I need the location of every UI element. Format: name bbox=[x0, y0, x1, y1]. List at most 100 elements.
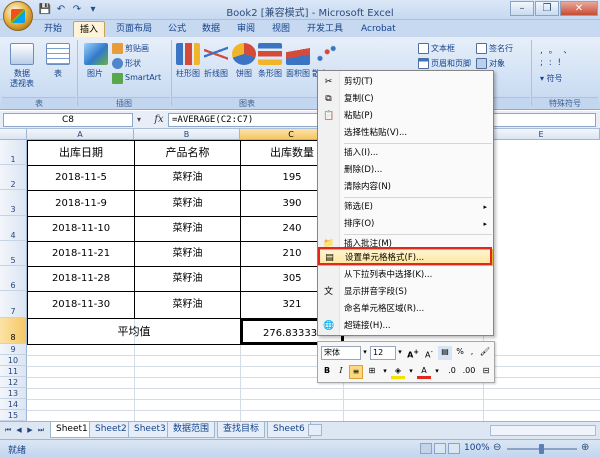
shapes-icon[interactable] bbox=[112, 58, 123, 69]
zoom-in-icon[interactable]: ⊕ bbox=[581, 442, 589, 453]
font-color-dropdown-icon[interactable]: ▾ bbox=[433, 365, 441, 379]
menu-item-filter[interactable]: 筛选(E) ▸ bbox=[318, 199, 493, 215]
sheet-tab-sheet2[interactable]: Sheet2 bbox=[89, 422, 133, 438]
table-cell[interactable]: 菜籽油 bbox=[135, 267, 240, 291]
quick-access-dropdown-icon[interactable]: ▾ bbox=[86, 3, 100, 17]
font-color-icon[interactable]: A bbox=[417, 365, 431, 379]
pivot-table-icon[interactable] bbox=[10, 43, 34, 65]
menu-item-pick-from-list[interactable]: 从下拉列表中选择(K)... bbox=[318, 267, 493, 283]
comma-style-icon[interactable]: , bbox=[467, 346, 477, 360]
insert-function-button[interactable]: fx bbox=[152, 113, 166, 127]
table-cell[interactable]: 2018-11-5 bbox=[28, 166, 134, 190]
object-icon[interactable] bbox=[476, 58, 487, 69]
table-header-cell[interactable]: 出库日期 bbox=[28, 141, 134, 165]
percent-style-icon[interactable]: % bbox=[454, 346, 466, 360]
row-header[interactable]: 11 bbox=[0, 366, 27, 377]
sheet-tab-data-range[interactable]: 数据范围 bbox=[167, 422, 216, 438]
tab-view[interactable]: 视图 bbox=[266, 21, 296, 37]
clipart-icon[interactable] bbox=[112, 43, 123, 54]
number-format-icon[interactable]: ▤ bbox=[438, 346, 452, 360]
table-cell[interactable]: 菜籽油 bbox=[135, 242, 240, 266]
menu-item-copy[interactable]: ⧉ 复制(C) bbox=[318, 91, 493, 107]
next-sheet-icon[interactable]: ▶ bbox=[25, 425, 35, 436]
fill-dropdown-icon[interactable]: ▾ bbox=[407, 365, 415, 379]
menu-item-paste[interactable]: 📋 粘贴(P) bbox=[318, 108, 493, 124]
row-header[interactable]: 12 bbox=[0, 377, 27, 388]
last-sheet-icon[interactable]: ⏭ bbox=[36, 425, 46, 436]
row-header[interactable]: 13 bbox=[0, 388, 27, 399]
menu-item-show-phonetic[interactable]: 文 显示拼音字段(S) bbox=[318, 284, 493, 300]
column-header-a[interactable]: A bbox=[27, 129, 134, 140]
decrease-decimal-icon[interactable]: .0 bbox=[445, 365, 459, 379]
italic-icon[interactable]: I bbox=[335, 365, 347, 379]
horizontal-scrollbar[interactable] bbox=[490, 425, 596, 436]
column-header-b[interactable]: B bbox=[134, 129, 240, 140]
picture-icon[interactable] bbox=[84, 43, 108, 65]
zoom-slider-thumb[interactable] bbox=[539, 444, 544, 454]
font-name-select[interactable]: 宋体 bbox=[321, 346, 361, 360]
zoom-level[interactable]: 100% bbox=[464, 443, 490, 453]
table-cell[interactable]: 2018-11-30 bbox=[28, 292, 134, 318]
tab-home[interactable]: 开始 bbox=[38, 21, 68, 37]
table-cell[interactable]: 2018-11-9 bbox=[28, 191, 134, 216]
sheet-tab-sheet3[interactable]: Sheet3 bbox=[128, 422, 172, 438]
row-header[interactable]: 7 bbox=[0, 291, 27, 318]
table-cell[interactable]: 2018-11-28 bbox=[28, 267, 134, 291]
tab-insert[interactable]: 插入 bbox=[73, 21, 106, 37]
menu-item-paste-special[interactable]: 选择性粘贴(V)... bbox=[318, 125, 493, 141]
normal-view-icon[interactable] bbox=[420, 443, 432, 454]
fill-color-icon[interactable]: ◈ bbox=[391, 365, 405, 379]
smartart-icon[interactable] bbox=[112, 73, 123, 84]
font-size-select[interactable]: 12 bbox=[370, 346, 396, 360]
bar-chart-icon[interactable] bbox=[258, 43, 282, 65]
close-button[interactable]: ✕ bbox=[560, 1, 598, 16]
restore-button[interactable]: ❐ bbox=[535, 1, 559, 16]
page-layout-view-icon[interactable] bbox=[434, 443, 446, 454]
menu-item-delete[interactable]: 删除(D)... bbox=[318, 162, 493, 178]
signature-line-icon[interactable] bbox=[476, 43, 487, 54]
symbol-label[interactable]: ▾ 符号 bbox=[540, 73, 563, 84]
tab-formulas[interactable]: 公式 bbox=[162, 21, 192, 37]
row-header[interactable]: 1 bbox=[0, 140, 27, 165]
header-footer-icon[interactable] bbox=[418, 58, 429, 69]
row-header[interactable]: 5 bbox=[0, 241, 27, 266]
grow-font-icon[interactable]: A+ bbox=[406, 346, 420, 360]
prev-sheet-icon[interactable]: ◀ bbox=[14, 425, 24, 436]
textbox-icon[interactable] bbox=[418, 43, 429, 54]
sheet-tab-sheet1[interactable]: Sheet1 bbox=[50, 422, 94, 438]
font-dropdown-icon[interactable]: ▾ bbox=[361, 346, 369, 360]
menu-item-sort[interactable]: 排序(O) ▸ bbox=[318, 216, 493, 232]
name-box[interactable]: C8 bbox=[3, 113, 133, 127]
minimize-button[interactable]: – bbox=[510, 1, 534, 16]
table-cell[interactable]: 菜籽油 bbox=[135, 217, 240, 241]
worksheet-grid[interactable]: A B C D E 1 2 3 4 5 6 7 8 9 10 11 12 13 … bbox=[0, 129, 600, 421]
table-cell[interactable]: 2018-11-21 bbox=[28, 242, 134, 266]
format-painter-icon[interactable]: 🖌 bbox=[478, 346, 492, 360]
page-break-view-icon[interactable] bbox=[448, 443, 460, 454]
tab-acrobat[interactable]: Acrobat bbox=[355, 21, 402, 37]
borders-icon[interactable]: ⊞ bbox=[365, 365, 379, 379]
special-symbols-row-1[interactable]: , 。 、 bbox=[540, 43, 572, 56]
row-header[interactable]: 3 bbox=[0, 190, 27, 216]
bold-icon[interactable]: B bbox=[321, 365, 333, 379]
special-symbols-row-2[interactable]: ; : ! bbox=[540, 58, 561, 68]
menu-item-name-range[interactable]: 命名单元格区域(R)... bbox=[318, 301, 493, 317]
table-icon[interactable] bbox=[46, 43, 70, 65]
shrink-font-icon[interactable]: A- bbox=[422, 346, 436, 360]
table-cell[interactable]: 菜籽油 bbox=[135, 191, 240, 216]
first-sheet-icon[interactable]: ⏮ bbox=[3, 425, 13, 436]
row-header[interactable]: 9 bbox=[0, 344, 27, 355]
namebox-dropdown-icon[interactable]: ▾ bbox=[137, 115, 141, 124]
tab-data[interactable]: 数据 bbox=[196, 21, 226, 37]
tab-page-layout[interactable]: 页面布局 bbox=[110, 21, 158, 37]
table-cell[interactable]: 菜籽油 bbox=[135, 292, 240, 318]
menu-item-hyperlink[interactable]: 🌐 超链接(H)... bbox=[318, 318, 493, 334]
area-chart-icon[interactable] bbox=[286, 43, 310, 65]
menu-item-clear-contents[interactable]: 清除内容(N) bbox=[318, 179, 493, 195]
row-header[interactable]: 10 bbox=[0, 355, 27, 366]
tab-developer[interactable]: 开发工具 bbox=[301, 21, 349, 37]
table-cell[interactable]: 2018-11-10 bbox=[28, 217, 134, 241]
office-button[interactable] bbox=[3, 1, 33, 31]
center-align-icon[interactable]: ≡ bbox=[349, 365, 363, 379]
column-header-e[interactable]: E bbox=[483, 129, 600, 140]
